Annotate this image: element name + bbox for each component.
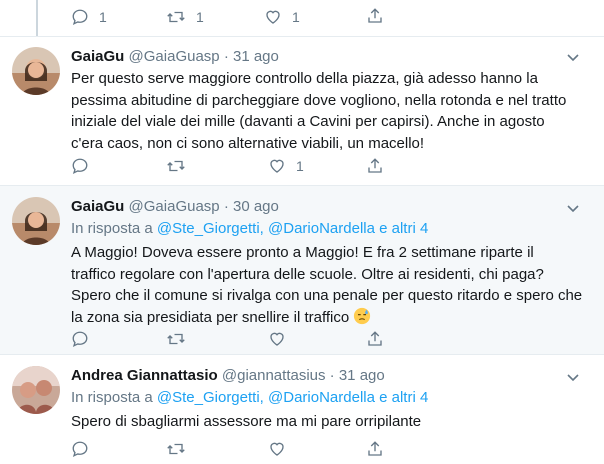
separator-dot: · bbox=[223, 48, 229, 65]
retweet-button[interactable]: 1 bbox=[166, 8, 204, 26]
tweet-text-line-content: la zona sia presidiata per snellire il t… bbox=[71, 308, 350, 326]
tweet-header: GaiaGu @GaiaGuasp · 30 ago bbox=[71, 198, 279, 215]
share-icon bbox=[368, 441, 382, 456]
tweet-header: Andrea Giannattasio @giannattasius · 31 … bbox=[71, 367, 385, 384]
mention-link[interactable]: @Ste_Giorgetti bbox=[157, 389, 260, 406]
retweet-icon bbox=[167, 11, 185, 23]
like-button[interactable] bbox=[268, 440, 286, 458]
reply-button[interactable] bbox=[71, 157, 99, 175]
tweet-text: A Maggio! Doveva essere pronto a Maggio!… bbox=[71, 242, 591, 328]
chevron-down-icon[interactable] bbox=[566, 51, 580, 65]
chevron-down-icon[interactable] bbox=[566, 202, 580, 216]
avatar[interactable] bbox=[12, 366, 60, 414]
reply-button[interactable] bbox=[71, 330, 89, 348]
display-name[interactable]: GaiaGu bbox=[71, 48, 124, 65]
replying-to: In risposta a @Ste_Giorgetti, @DarioNard… bbox=[71, 220, 428, 237]
replying-to-prefix: In risposta a bbox=[71, 389, 157, 406]
display-name[interactable]: GaiaGu bbox=[71, 198, 124, 215]
tweet-header: GaiaGu @GaiaGuasp · 31 ago bbox=[71, 48, 279, 65]
user-handle[interactable]: @GaiaGuasp bbox=[129, 198, 220, 215]
reply-icon bbox=[72, 158, 88, 175]
mention-link[interactable]: @Ste_Giorgetti bbox=[157, 220, 260, 237]
heart-icon bbox=[270, 332, 284, 346]
sweat-face-emoji-icon bbox=[354, 307, 371, 324]
mention-link[interactable]: @DarioNardella bbox=[268, 389, 375, 406]
avatar[interactable] bbox=[12, 47, 60, 95]
user-handle[interactable]: @giannattasius bbox=[222, 367, 326, 384]
mention-separator: , bbox=[259, 389, 269, 406]
reply-button[interactable] bbox=[71, 440, 89, 458]
previous-tweet-actions: 1 1 1 bbox=[0, 0, 604, 37]
retweet-button[interactable] bbox=[166, 330, 186, 348]
user-handle[interactable]: @GaiaGuasp bbox=[129, 48, 220, 65]
reply-button[interactable]: 1 bbox=[71, 8, 107, 26]
tweet-text-line: iniziale del viale dei mille (davanti a … bbox=[71, 113, 545, 130]
separator-dot: · bbox=[329, 367, 335, 384]
like-button[interactable] bbox=[268, 330, 286, 348]
timestamp[interactable]: 31 ago bbox=[339, 367, 385, 384]
reply-icon bbox=[72, 331, 88, 348]
mention-link[interactable]: @DarioNardella bbox=[268, 220, 375, 237]
tweet-text-line: A Maggio! Doveva essere pronto a Maggio!… bbox=[71, 244, 534, 261]
avatar[interactable] bbox=[12, 197, 60, 245]
like-count: 1 bbox=[292, 9, 300, 25]
tweet-actions: 1 bbox=[71, 157, 431, 177]
retweet-count: 1 bbox=[196, 9, 204, 25]
retweet-icon bbox=[167, 443, 185, 455]
thread-line bbox=[36, 0, 38, 36]
share-icon bbox=[368, 331, 382, 346]
tweet-actions bbox=[71, 330, 431, 350]
tweet-text-line: Spero che il comune si rivalga con una p… bbox=[71, 287, 583, 304]
separator-dot: · bbox=[223, 198, 229, 215]
share-button[interactable] bbox=[366, 7, 384, 25]
avatar-photo-icon bbox=[12, 366, 60, 414]
tweet-text-line: c'era caos, non ci sono alternative viab… bbox=[71, 134, 425, 152]
reply-count: 1 bbox=[99, 9, 107, 25]
tweet-text-line: pessima abitudine di parcheggiare dove v… bbox=[71, 91, 567, 109]
tweet[interactable]: GaiaGu @GaiaGuasp · 31 ago Per questo se… bbox=[0, 37, 604, 186]
tweet[interactable]: GaiaGu @GaiaGuasp · 30 ago In risposta a… bbox=[0, 186, 604, 355]
reply-icon bbox=[72, 441, 88, 458]
like-button[interactable]: 1 bbox=[264, 8, 300, 26]
retweet-button[interactable] bbox=[166, 440, 186, 458]
timestamp[interactable]: 31 ago bbox=[233, 48, 279, 65]
tweet-text-line: Per questo serve maggiore controllo dell… bbox=[71, 70, 538, 87]
tweet-text-line: la zona sia presidiata per snellire il t… bbox=[71, 307, 591, 329]
tweet-text: Spero di sbagliarmi assessore ma mi pare… bbox=[71, 411, 591, 433]
like-button[interactable]: 1 bbox=[268, 157, 304, 175]
reply-icon bbox=[72, 9, 88, 26]
display-name[interactable]: Andrea Giannattasio bbox=[71, 367, 218, 384]
tweet-text-line: traffico regolare con l'apertura delle s… bbox=[71, 265, 544, 283]
tweet-text: Per questo serve maggiore controllo dell… bbox=[71, 68, 591, 154]
retweet-button[interactable] bbox=[166, 157, 196, 175]
share-button[interactable] bbox=[366, 440, 384, 458]
avatar-photo-icon bbox=[12, 47, 60, 95]
tweet[interactable]: Andrea Giannattasio @giannattasius · 31 … bbox=[0, 355, 604, 464]
retweet-icon bbox=[167, 160, 185, 172]
heart-icon bbox=[266, 10, 280, 24]
mention-separator: , bbox=[259, 220, 269, 237]
tweet-text-line: Spero di sbagliarmi assessore ma mi pare… bbox=[71, 413, 422, 430]
heart-icon bbox=[270, 442, 284, 456]
timestamp[interactable]: 30 ago bbox=[233, 198, 279, 215]
retweet-icon bbox=[167, 333, 185, 345]
chevron-down-icon[interactable] bbox=[566, 371, 580, 385]
replying-to: In risposta a @Ste_Giorgetti, @DarioNard… bbox=[71, 389, 428, 406]
share-button[interactable] bbox=[366, 330, 384, 348]
like-count: 1 bbox=[296, 158, 304, 174]
others-link[interactable]: e altri 4 bbox=[375, 220, 428, 237]
avatar-photo-icon bbox=[12, 197, 60, 245]
replying-to-prefix: In risposta a bbox=[71, 220, 157, 237]
share-button[interactable] bbox=[366, 157, 384, 175]
heart-icon bbox=[270, 159, 284, 173]
tweet-actions bbox=[71, 440, 431, 460]
share-icon bbox=[368, 8, 382, 23]
others-link[interactable]: e altri 4 bbox=[375, 389, 428, 406]
share-icon bbox=[368, 158, 382, 173]
